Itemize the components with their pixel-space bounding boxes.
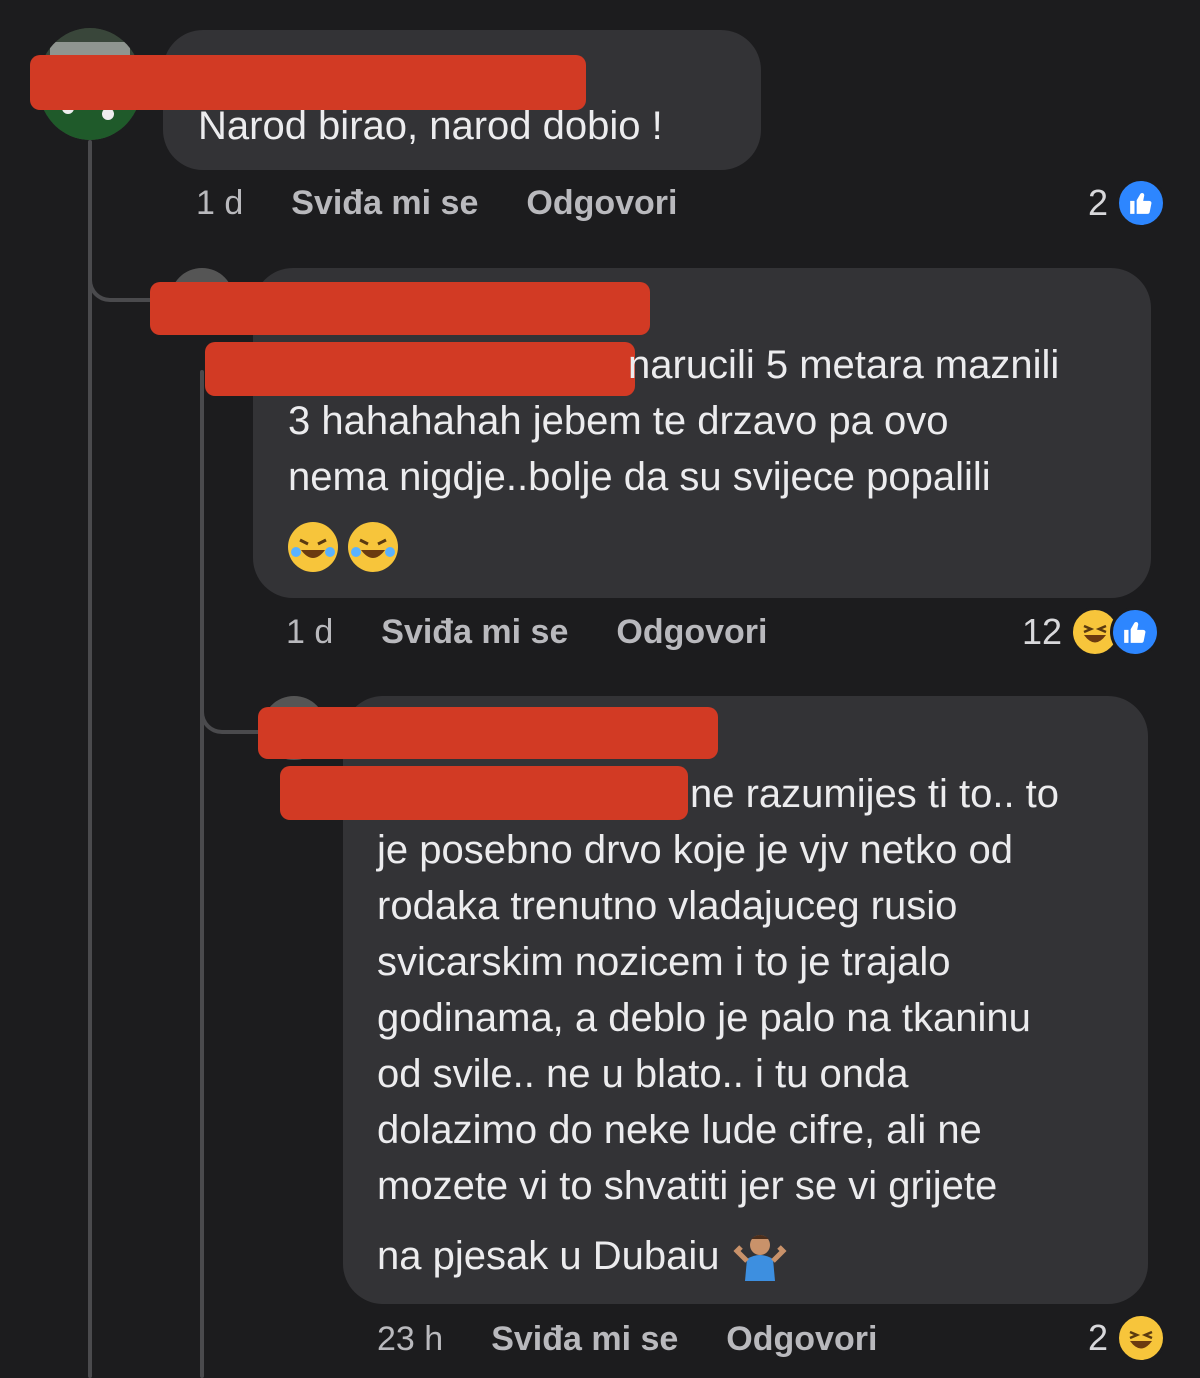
comment-actions: 1 d Sviđa mi se Odgovori [196, 184, 677, 223]
like-button[interactable]: Sviđa mi se [381, 613, 568, 652]
comment-timestamp: 1 d [286, 613, 334, 651]
comment-text: Narod birao, narod dobio ! [198, 104, 663, 148]
reply-button[interactable]: Odgovori [616, 613, 767, 652]
reaction-summary[interactable]: 2 [1088, 178, 1167, 228]
comment-actions: 23 h Sviđa mi se Odgovori [377, 1320, 877, 1359]
comment-actions: 1 d Sviđa mi se Odgovori [286, 613, 767, 652]
comment-timestamp: 1 d [196, 184, 244, 222]
reply-button[interactable]: Odgovori [726, 1320, 877, 1359]
thread-connector-2 [200, 680, 262, 734]
rofl-emoji [348, 522, 398, 572]
thread-line-main [88, 140, 92, 1378]
rofl-emoji [288, 522, 338, 572]
reaction-summary[interactable]: 12 [1022, 607, 1161, 657]
comment-text-body: narucili 5 metara maznili 3 hahahahah je… [288, 343, 1060, 499]
like-icon [1116, 178, 1167, 228]
reaction-summary[interactable]: 2 [1088, 1313, 1167, 1363]
like-button[interactable]: Sviđa mi se [291, 184, 478, 223]
shrug-emoji [733, 1229, 788, 1283]
comment-text-body: je posebno drvo koje je vjv netko od rod… [377, 828, 1031, 1208]
comment-text-last-line: na pjesak u Dubaiu [377, 1228, 788, 1284]
like-button[interactable]: Sviđa mi se [491, 1320, 678, 1359]
haha-icon [1116, 1313, 1167, 1363]
redacted-author-name [150, 282, 650, 335]
comment-text-last: na pjesak u Dubaiu [377, 1234, 720, 1278]
redacted-author-name [258, 707, 718, 759]
comment-text-first-line: ne razumijes ti to.. to [690, 772, 1060, 816]
like-icon [1110, 607, 1161, 657]
comment-emoji-row [288, 522, 398, 572]
comment-timestamp: 23 h [377, 1320, 444, 1358]
reaction-count: 12 [1022, 611, 1063, 652]
thread-line-nested [200, 370, 204, 1378]
reaction-count: 2 [1088, 182, 1109, 223]
thread-connector-1 [88, 240, 152, 302]
reply-button[interactable]: Odgovori [526, 184, 677, 223]
redacted-mention [280, 766, 688, 820]
reaction-count: 2 [1088, 1317, 1109, 1358]
